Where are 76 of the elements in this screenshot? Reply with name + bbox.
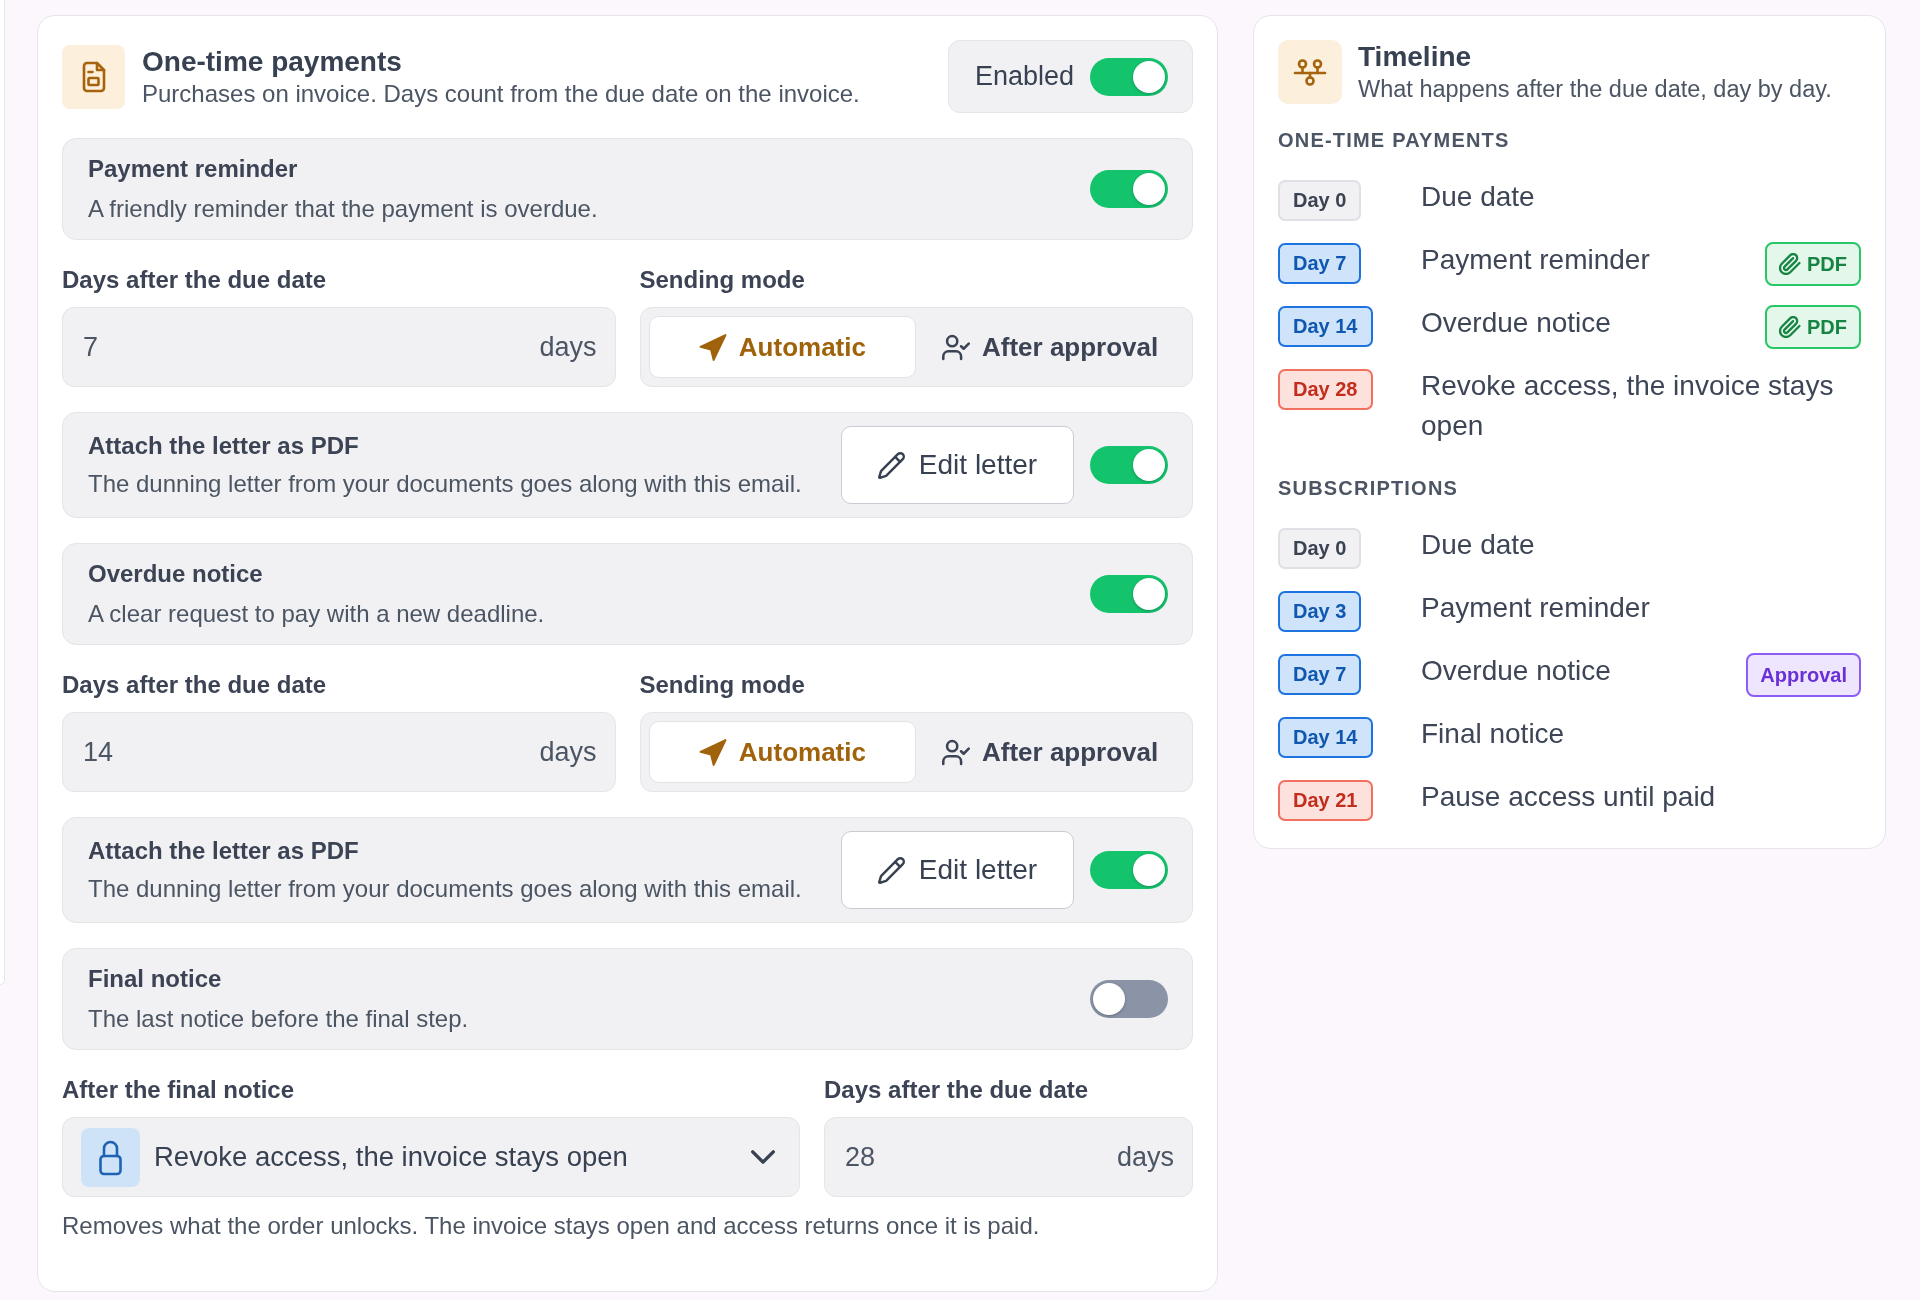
attachment-description: The dunning letter from your documents goes along with this email.	[88, 874, 803, 904]
day-badge: Day 7	[1278, 654, 1362, 695]
section-title: One-time payments	[142, 44, 403, 79]
mode-option[interactable]: After approval	[916, 721, 1184, 783]
section-subtitle: Purchases on invoice. Days count from the due date on the invoice.	[142, 78, 861, 109]
day-badge: Day 0	[1278, 528, 1362, 569]
day-badge: Day 3	[1278, 591, 1362, 632]
paper-plane-icon	[698, 333, 727, 361]
day-badge: Day 21	[1278, 780, 1373, 821]
unit-label: days	[539, 736, 597, 768]
section-heading: ONE-TIME PAYMENTS	[1278, 128, 1511, 153]
toggle-switch[interactable]	[1090, 575, 1168, 613]
user-check-icon	[942, 333, 970, 361]
event-label: Payment reminder	[1421, 591, 1651, 625]
toggle-switch[interactable]	[1090, 851, 1168, 889]
toggle-switch[interactable]	[1090, 170, 1168, 208]
unit-label: days	[1116, 1141, 1174, 1173]
day-badge: Day 14	[1278, 717, 1373, 758]
mode-option[interactable]: Automatic	[648, 316, 917, 378]
unit-label: days	[539, 331, 597, 363]
toggle-switch[interactable]	[1090, 980, 1168, 1018]
attachment-title: Attach the letter as PDF	[88, 431, 360, 461]
event-label: Payment reminder	[1421, 243, 1651, 277]
attachment-description: The dunning letter from your documents goes along with this email.	[88, 469, 803, 499]
notice-description: The last notice before the final step.	[88, 1004, 470, 1034]
field-label: Days after the due date	[62, 265, 328, 295]
tag-label: PDF	[1807, 252, 1847, 276]
user-check-icon	[942, 738, 970, 766]
edit-letter-button[interactable]: Edit letter	[841, 426, 1074, 504]
event-label: Overdue notice	[1421, 306, 1612, 340]
section-heading: SUBSCRIPTIONS	[1278, 476, 1460, 501]
notice-description: A friendly reminder that the payment is overdue.	[88, 194, 599, 224]
notice-title: Final notice	[88, 964, 223, 994]
event-label: Revoke access, the invoice stays open	[1421, 369, 1835, 443]
paperclip-icon	[1779, 316, 1801, 338]
days-field[interactable]: 28 days	[824, 1117, 1193, 1197]
action-select[interactable]: Revoke access, the invoice stays open	[62, 1117, 800, 1197]
attachment-title: Attach the letter as PDF	[88, 836, 360, 866]
day-badge: Day 0	[1278, 180, 1362, 221]
field-label: Sending mode	[639, 670, 806, 700]
helper-text: Removes what the order unlocks. The invoice stays open and access returns once it is paid.	[62, 1211, 1041, 1241]
field-label: Days after the due date	[824, 1075, 1090, 1105]
mode-option[interactable]: Automatic	[648, 721, 917, 783]
toggle-switch[interactable]	[1090, 57, 1168, 96]
enabled-label: Enabled	[974, 61, 1074, 92]
notice-title: Payment reminder	[88, 154, 299, 184]
edit-letter-button[interactable]: Edit letter	[841, 831, 1074, 909]
days-field[interactable]: 14 days	[62, 712, 616, 792]
field-label: Sending mode	[639, 265, 806, 295]
event-label: Overdue notice	[1421, 654, 1612, 688]
timeline-title: Timeline	[1358, 40, 1473, 74]
field-label: After the final notice	[62, 1075, 296, 1105]
day-badge: Day 7	[1278, 243, 1362, 284]
notice-title: Overdue notice	[88, 559, 264, 589]
event-label: Final notice	[1421, 717, 1566, 751]
chevron-down-icon	[751, 1150, 775, 1164]
event-label: Due date	[1421, 180, 1536, 214]
toggle-switch[interactable]	[1090, 446, 1168, 484]
notice-description: A clear request to pay with a new deadline.	[88, 599, 546, 629]
event-label: Pause access until paid	[1421, 780, 1717, 814]
lock-icon	[81, 1127, 140, 1187]
day-badge: Day 14	[1278, 306, 1373, 347]
approval-tag: Approval	[1746, 653, 1861, 697]
pencil-icon	[877, 856, 905, 884]
field-label: Days after the due date	[62, 670, 328, 700]
days-field[interactable]: 7 days	[62, 307, 616, 387]
tag-label: PDF	[1807, 315, 1847, 339]
paperclip-icon	[1779, 253, 1801, 275]
document-icon	[62, 44, 125, 109]
day-badge: Day 28	[1278, 369, 1373, 410]
mode-option[interactable]: After approval	[916, 316, 1184, 378]
connected-nodes-icon	[1278, 40, 1342, 104]
pencil-icon	[877, 451, 905, 479]
timeline-subtitle: What happens after the due date, day by day.	[1358, 75, 1832, 104]
event-label: Due date	[1421, 528, 1536, 562]
paper-plane-icon	[698, 738, 727, 766]
